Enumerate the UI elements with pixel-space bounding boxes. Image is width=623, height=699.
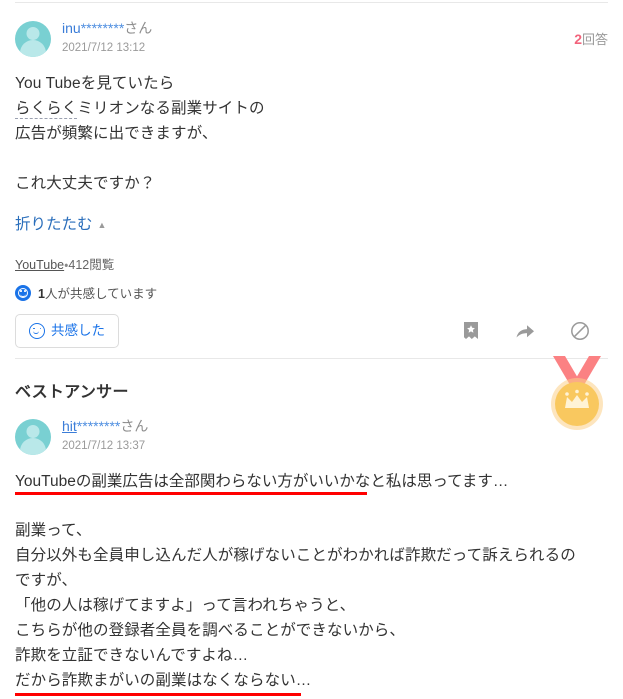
question-body-gap (15, 146, 608, 171)
empathy-status-count: 1 (38, 287, 45, 301)
question-body-line-1: You Tubeを見ていたら (15, 75, 175, 92)
answer-count: 2回答 (574, 29, 608, 48)
best-answer-block: ベストアンサー hit********さん 2021/7/12 13:37 Yo… (0, 356, 623, 696)
chevron-up-icon: ▲ (97, 219, 107, 230)
best-answer-heading: ベストアンサー (15, 384, 129, 401)
empathy-button-label: 共感した (51, 323, 105, 339)
share-arrow-icon[interactable] (514, 321, 536, 341)
question-username-id: inu (62, 20, 81, 36)
best-answer-username[interactable]: hit********さん (62, 418, 148, 436)
smiley-eye-right (39, 327, 41, 329)
view-count: 412閲覧 (68, 258, 115, 272)
question-block: inu********さん 2021/7/12 13:12 2回答 You Tu… (0, 0, 623, 348)
best-answer-username-id: hit (62, 418, 77, 434)
best-answer-body-last-line: だから詐欺まがいの副業はなくならない… (15, 668, 312, 696)
answer-count-number: 2 (574, 31, 582, 47)
avatar (15, 21, 51, 57)
empathy-icon-eye-left (20, 290, 22, 292)
empathy-smiley-icon (15, 284, 31, 301)
actions-row: 共感した (15, 314, 608, 348)
best-answer-body-line-3: ですが、 (15, 572, 78, 589)
avatar-head (26, 27, 40, 40)
best-answer-body-line-6: 詐欺を立証できないんですよね… (15, 647, 249, 664)
question-username[interactable]: inu********さん (62, 20, 152, 38)
best-answer-user-meta: hit********さん 2021/7/12 13:37 (62, 418, 148, 453)
best-answer-timestamp: 2021/7/12 13:37 (62, 439, 146, 452)
avatar-head (26, 425, 40, 438)
question-user-meta: inu********さん 2021/7/12 13:12 (62, 20, 152, 55)
best-answer-body: 副業って、 自分以外も全員申し込んだ人が稼げないことがわかれば詐欺だって訴えられ… (15, 518, 608, 696)
best-answer-user-row: hit********さん 2021/7/12 13:37 (15, 418, 608, 455)
best-answer-lead-text: YouTubeの副業広告は全部関わらない方がいいかなと私は思ってます… (15, 473, 509, 490)
red-highlight-underline-top (15, 492, 367, 495)
source-link[interactable]: YouTube (15, 258, 64, 272)
qa-answer-page: inu********さん 2021/7/12 13:12 2回答 You Tu… (0, 0, 623, 699)
question-body: You Tubeを見ていたら らくらくミリオンなる副業サイトの 広告が頻繁に出で… (15, 71, 608, 196)
empathy-icon-eye-right (24, 290, 26, 292)
source-line: YouTube・412閲覧 (15, 254, 608, 273)
collapse-link-label: 折りたたむ (15, 216, 93, 233)
icon-actions (462, 321, 590, 341)
avatar-body (20, 438, 46, 455)
empathy-status-row: 1人が共感しています (15, 283, 608, 302)
smiley-mouth (32, 330, 39, 334)
smiley-eye-left (33, 327, 35, 329)
bookmark-star-icon[interactable] (462, 321, 480, 341)
empathy-status-text: 1人が共感しています (38, 283, 157, 302)
best-answer-lead-line: YouTubeの副業広告は全部関わらない方がいいかなと私は思ってます… (15, 469, 509, 495)
best-answer-body-line-1: 副業って、 (15, 522, 92, 539)
question-username-stars: ******** (80, 20, 125, 36)
best-answer-body-last-text: だから詐欺まがいの副業はなくならない… (15, 672, 312, 689)
best-answer-body-line-2: 自分以外も全員申し込んだ人が稼げないことがわかれば詐欺だって訴えられるの (15, 547, 576, 564)
smiley-icon (29, 323, 45, 339)
red-highlight-underline-bottom (15, 693, 301, 696)
best-answer-username-stars: ******** (76, 418, 121, 434)
question-user-row: inu********さん 2021/7/12 13:12 2回答 (15, 20, 608, 57)
avatar-body (20, 40, 46, 57)
question-body-line-3: 広告が頻繁に出できますが、 (15, 125, 218, 142)
answer-count-label: 回答 (581, 32, 608, 47)
block-prohibit-icon[interactable] (570, 321, 590, 341)
empathy-button[interactable]: 共感した (15, 314, 119, 348)
question-body-tail: これ大丈夫ですか？ (15, 175, 156, 192)
empathy-status-label: 人が共感しています (44, 287, 158, 301)
question-username-honorific: さん (124, 20, 153, 36)
question-body-line-2: らくらくミリオンなる副業サイトの (15, 96, 608, 121)
best-answer-body-line-5: こちらが他の登録者全員を調べることができないから、 (15, 622, 406, 639)
question-timestamp: 2021/7/12 13:12 (62, 41, 146, 54)
collapse-link[interactable]: 折りたたむ ▲ (15, 212, 106, 234)
empathy-icon-mouth (20, 293, 26, 297)
avatar (15, 419, 51, 455)
question-body-line-2-rest: ミリオンなる副業サイトの (77, 100, 265, 117)
spell-marked-text: らくらく (15, 100, 78, 119)
best-answer-username-honorific: さん (120, 418, 149, 434)
best-answer-body-line-4: 「他の人は稼げてますよ」って言われちゃうと、 (15, 597, 356, 614)
